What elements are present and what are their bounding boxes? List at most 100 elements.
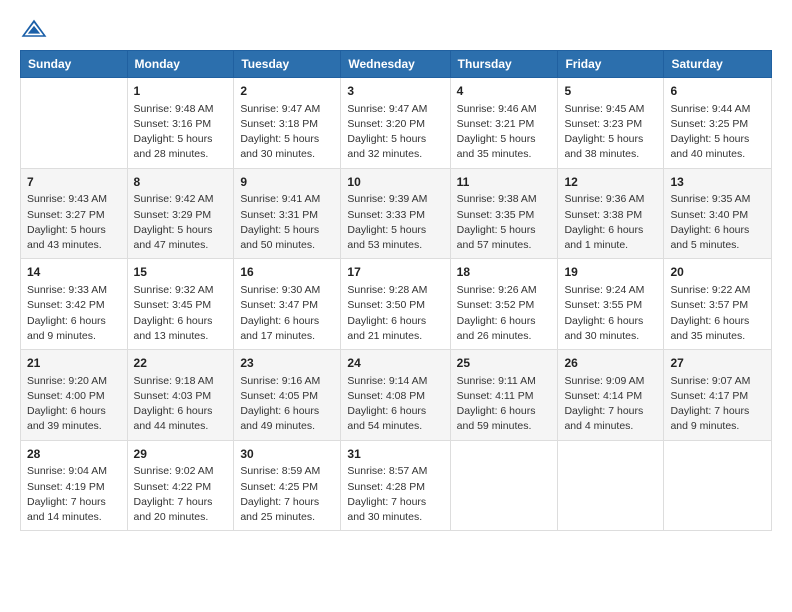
cell-line: Sunrise: 9:07 AM xyxy=(670,374,765,389)
cell-line: Daylight: 6 hours xyxy=(457,404,552,419)
cell-line: and 54 minutes. xyxy=(347,419,443,434)
cell-line: Sunrise: 9:48 AM xyxy=(134,102,228,117)
cell-line: Daylight: 6 hours xyxy=(347,314,443,329)
cell-line: Daylight: 5 hours xyxy=(564,132,657,147)
cell-line: Daylight: 5 hours xyxy=(240,132,334,147)
cell-line: Sunrise: 9:14 AM xyxy=(347,374,443,389)
header-day-wednesday: Wednesday xyxy=(341,51,450,78)
cell-line: Daylight: 6 hours xyxy=(134,314,228,329)
cell-line: Sunset: 4:28 PM xyxy=(347,480,443,495)
cell-line: and 43 minutes. xyxy=(27,238,121,253)
header-row: SundayMondayTuesdayWednesdayThursdayFrid… xyxy=(21,51,772,78)
calendar-cell: 1Sunrise: 9:48 AMSunset: 3:16 PMDaylight… xyxy=(127,78,234,169)
cell-line: Sunset: 3:35 PM xyxy=(457,208,552,223)
header-day-friday: Friday xyxy=(558,51,664,78)
calendar-cell: 31Sunrise: 8:57 AMSunset: 4:28 PMDayligh… xyxy=(341,440,450,531)
cell-line: and 50 minutes. xyxy=(240,238,334,253)
day-number: 22 xyxy=(134,355,228,372)
day-number: 14 xyxy=(27,264,121,281)
cell-line: and 35 minutes. xyxy=(670,329,765,344)
cell-line: Daylight: 5 hours xyxy=(670,132,765,147)
cell-line: Sunset: 4:11 PM xyxy=(457,389,552,404)
cell-line: and 53 minutes. xyxy=(347,238,443,253)
day-number: 2 xyxy=(240,83,334,100)
cell-line: Sunset: 3:45 PM xyxy=(134,298,228,313)
cell-line: Daylight: 6 hours xyxy=(347,404,443,419)
cell-line: Daylight: 6 hours xyxy=(564,223,657,238)
calendar-cell: 28Sunrise: 9:04 AMSunset: 4:19 PMDayligh… xyxy=(21,440,128,531)
cell-line: Sunset: 3:31 PM xyxy=(240,208,334,223)
cell-line: Daylight: 6 hours xyxy=(240,314,334,329)
day-number: 19 xyxy=(564,264,657,281)
cell-line: and 9 minutes. xyxy=(27,329,121,344)
calendar-cell: 25 Sunrise: 9:11 AMSunset: 4:11 PMDayligh… xyxy=(450,350,558,441)
day-number: 23 xyxy=(240,355,334,372)
cell-line: and 32 minutes. xyxy=(347,147,443,162)
calendar-cell xyxy=(21,78,128,169)
cell-line: Daylight: 6 hours xyxy=(240,404,334,419)
header-day-monday: Monday xyxy=(127,51,234,78)
day-number: 25 xyxy=(457,355,552,372)
cell-line: Sunset: 4:17 PM xyxy=(670,389,765,404)
calendar-cell: 13Sunrise: 9:35 AMSunset: 3:40 PMDayligh… xyxy=(664,168,772,259)
cell-line: Sunrise: 9:30 AM xyxy=(240,283,334,298)
day-number: 7 xyxy=(27,174,121,191)
cell-line: Sunset: 3:27 PM xyxy=(27,208,121,223)
day-number: 9 xyxy=(240,174,334,191)
cell-line: and 4 minutes. xyxy=(564,419,657,434)
calendar-cell: 20Sunrise: 9:22 AMSunset: 3:57 PMDayligh… xyxy=(664,259,772,350)
cell-line: Daylight: 5 hours xyxy=(134,223,228,238)
cell-line: Sunrise: 9:09 AM xyxy=(564,374,657,389)
calendar-cell xyxy=(450,440,558,531)
cell-line: Sunset: 3:55 PM xyxy=(564,298,657,313)
cell-line: and 26 minutes. xyxy=(457,329,552,344)
header xyxy=(20,18,772,40)
cell-line: Sunrise: 8:57 AM xyxy=(347,464,443,479)
cell-line: Sunrise: 9:42 AM xyxy=(134,192,228,207)
cell-line: Sunrise: 9:11 AM xyxy=(457,374,552,389)
logo xyxy=(20,18,50,40)
cell-line: and 57 minutes. xyxy=(457,238,552,253)
day-number: 6 xyxy=(670,83,765,100)
cell-line: Sunset: 4:08 PM xyxy=(347,389,443,404)
cell-line: Sunset: 3:21 PM xyxy=(457,117,552,132)
cell-line: Sunset: 3:33 PM xyxy=(347,208,443,223)
day-number: 15 xyxy=(134,264,228,281)
cell-line: and 1 minute. xyxy=(564,238,657,253)
cell-line: Daylight: 7 hours xyxy=(27,495,121,510)
week-row-2: 7Sunrise: 9:43 AMSunset: 3:27 PMDaylight… xyxy=(21,168,772,259)
cell-line: Daylight: 5 hours xyxy=(240,223,334,238)
cell-line: Daylight: 7 hours xyxy=(347,495,443,510)
page: SundayMondayTuesdayWednesdayThursdayFrid… xyxy=(0,0,792,612)
cell-line: and 59 minutes. xyxy=(457,419,552,434)
cell-line: Daylight: 5 hours xyxy=(457,132,552,147)
cell-line: Sunrise: 9:47 AM xyxy=(240,102,334,117)
calendar-cell: 17Sunrise: 9:28 AMSunset: 3:50 PMDayligh… xyxy=(341,259,450,350)
cell-line: Sunrise: 9:41 AM xyxy=(240,192,334,207)
cell-line: and 35 minutes. xyxy=(457,147,552,162)
cell-line: Sunrise: 9:24 AM xyxy=(564,283,657,298)
cell-line: Sunset: 3:20 PM xyxy=(347,117,443,132)
cell-line: Sunset: 3:52 PM xyxy=(457,298,552,313)
cell-line: and 47 minutes. xyxy=(134,238,228,253)
calendar-cell: 10Sunrise: 9:39 AMSunset: 3:33 PMDayligh… xyxy=(341,168,450,259)
calendar-cell: 14Sunrise: 9:33 AMSunset: 3:42 PMDayligh… xyxy=(21,259,128,350)
cell-line: Sunrise: 9:45 AM xyxy=(564,102,657,117)
cell-line: Sunrise: 9:35 AM xyxy=(670,192,765,207)
cell-line: Sunrise: 9:16 AM xyxy=(240,374,334,389)
cell-line: and 25 minutes. xyxy=(240,510,334,525)
cell-line: Sunset: 3:47 PM xyxy=(240,298,334,313)
cell-line: Sunset: 4:03 PM xyxy=(134,389,228,404)
cell-line: Daylight: 5 hours xyxy=(347,132,443,147)
calendar-cell: 3Sunrise: 9:47 AMSunset: 3:20 PMDaylight… xyxy=(341,78,450,169)
cell-line: Sunset: 3:18 PM xyxy=(240,117,334,132)
cell-line: and 28 minutes. xyxy=(134,147,228,162)
week-row-5: 28Sunrise: 9:04 AMSunset: 4:19 PMDayligh… xyxy=(21,440,772,531)
day-number: 16 xyxy=(240,264,334,281)
cell-line: and 30 minutes. xyxy=(240,147,334,162)
calendar-cell: 21Sunrise: 9:20 AMSunset: 4:00 PMDayligh… xyxy=(21,350,128,441)
cell-line: Daylight: 7 hours xyxy=(670,404,765,419)
cell-line: Daylight: 6 hours xyxy=(134,404,228,419)
header-day-tuesday: Tuesday xyxy=(234,51,341,78)
calendar-cell: 23Sunrise: 9:16 AMSunset: 4:05 PMDayligh… xyxy=(234,350,341,441)
